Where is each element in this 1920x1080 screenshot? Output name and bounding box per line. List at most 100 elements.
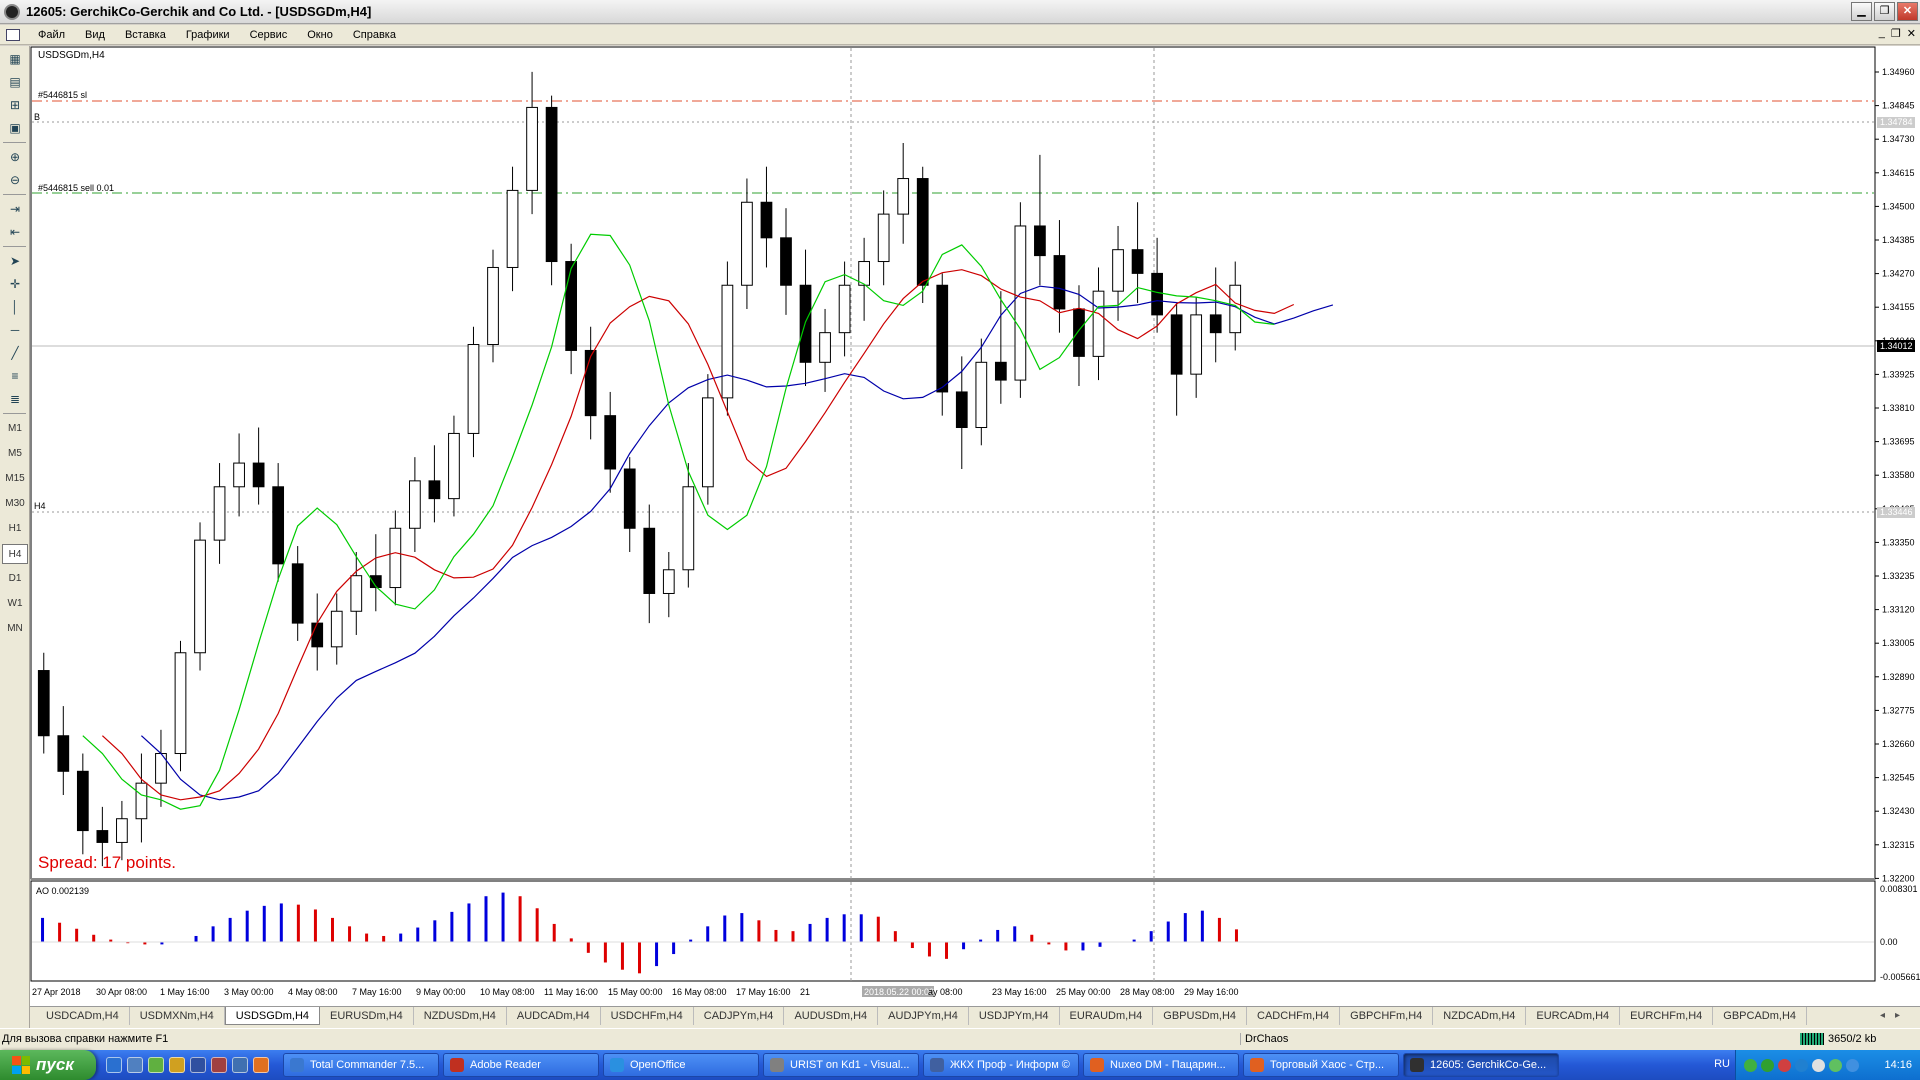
time-tick-label: 4 May 08:00 xyxy=(288,987,338,997)
tab-usdcadm[interactable]: USDCADm,H4 xyxy=(36,1007,130,1025)
timeframe-mn[interactable]: MN xyxy=(2,619,28,639)
tray-volume-icon[interactable] xyxy=(1812,1058,1825,1072)
tab-gbpchfm[interactable]: GBPCHFm,H4 xyxy=(1340,1007,1434,1025)
tray-antivirus-icon[interactable] xyxy=(1761,1058,1774,1072)
tab-usdchfm[interactable]: USDCHFm,H4 xyxy=(601,1007,694,1025)
document-icon[interactable] xyxy=(6,28,20,41)
timeframe-w1[interactable]: W1 xyxy=(2,594,28,614)
tab-cadjpym[interactable]: CADJPYm,H4 xyxy=(694,1007,785,1025)
trendline-icon[interactable]: ╱ xyxy=(4,343,26,363)
chart-shift-icon[interactable]: ⇤ xyxy=(4,222,26,242)
mdi-close-button[interactable]: ✕ xyxy=(1907,27,1916,40)
fibonacci-icon[interactable]: ≣ xyxy=(4,389,26,409)
candle-body xyxy=(135,782,148,820)
tab-usdjpym[interactable]: USDJPYm,H4 xyxy=(969,1007,1060,1025)
tab-eurusdm[interactable]: EURUSDm,H4 xyxy=(320,1007,414,1025)
tab-usdmxnm[interactable]: USDMXNm,H4 xyxy=(130,1007,225,1025)
status-profile: DrChaos xyxy=(1240,1033,1288,1045)
cursor-icon[interactable]: ➤ xyxy=(4,251,26,271)
candle-body xyxy=(311,622,324,648)
candle-body xyxy=(1014,225,1027,381)
candle-body xyxy=(721,284,734,399)
time-scale[interactable]: 27 Apr 2018 30 Apr 08:00 1 May 16:00 3 May … xyxy=(32,986,1239,997)
settings-icon[interactable] xyxy=(148,1057,164,1073)
task-openoffice[interactable]: OpenOffice xyxy=(603,1053,759,1077)
menu-window[interactable]: Окно xyxy=(297,29,343,41)
task-trading-chaos[interactable]: Торговый Хаос - Стр... xyxy=(1243,1053,1399,1077)
chart-window[interactable]: USDSGDm,H4 #5446815 sl B #5446815 sell 0… xyxy=(30,46,1920,1006)
restore-button[interactable]: ❐ xyxy=(1874,2,1895,21)
timeframe-m5[interactable]: M5 xyxy=(2,444,28,464)
zoom-out-icon[interactable]: ⊖ xyxy=(4,170,26,190)
tray-display-icon[interactable] xyxy=(1846,1058,1859,1072)
menu-view[interactable]: Вид xyxy=(75,29,115,41)
menu-tools[interactable]: Сервис xyxy=(240,29,298,41)
left-toolbar: ▦ ▤ ⊞ ▣ ⊕ ⊖ ⇥ ⇤ ➤ ✛ │ ─ ╱ ≡ ≣ M1 M5 M15 … xyxy=(0,46,30,1028)
profiles-icon[interactable]: ▤ xyxy=(4,72,26,92)
task-zhkh[interactable]: ЖКХ Проф - Информ © xyxy=(923,1053,1079,1077)
media-icon[interactable] xyxy=(211,1057,227,1073)
tray-update-icon[interactable] xyxy=(1778,1058,1791,1072)
tab-euraudm[interactable]: EURAUDm,H4 xyxy=(1060,1007,1154,1025)
time-tick-label: 2018.05.22 00:00 xyxy=(864,987,934,997)
start-button[interactable]: пуск xyxy=(0,1050,96,1080)
task-nuxeo[interactable]: Nuxeo DM - Пацарин... xyxy=(1083,1053,1239,1077)
tab-gbpusdm[interactable]: GBPUSDm,H4 xyxy=(1153,1007,1248,1025)
timeframe-d1[interactable]: D1 xyxy=(2,569,28,589)
vertical-line-icon[interactable]: │ xyxy=(4,297,26,317)
time-tick-label: 23 May 16:00 xyxy=(992,987,1047,997)
folder-icon[interactable] xyxy=(169,1057,185,1073)
explorer-icon[interactable] xyxy=(127,1057,143,1073)
menu-file[interactable]: Файл xyxy=(28,29,75,41)
tray-network-icon[interactable] xyxy=(1744,1058,1757,1072)
app-icon[interactable] xyxy=(4,3,20,20)
tab-eurchfm[interactable]: EURCHFm,H4 xyxy=(1620,1007,1714,1025)
timeframe-m15[interactable]: M15 xyxy=(2,469,28,489)
network-icon[interactable] xyxy=(232,1057,248,1073)
tab-gbpcadm[interactable]: GBPCADm,H4 xyxy=(1713,1007,1808,1025)
firefox-icon[interactable] xyxy=(253,1057,269,1073)
tabs-scroll-arrows[interactable]: ◂▸ xyxy=(1880,1010,1910,1021)
tab-usdsgdm[interactable]: USDSGDm,H4 xyxy=(224,1007,321,1025)
zoom-in-icon[interactable]: ⊕ xyxy=(4,147,26,167)
menu-charts[interactable]: Графики xyxy=(176,29,240,41)
navigator-icon[interactable]: ▣ xyxy=(4,118,26,138)
tab-nzdusdm[interactable]: NZDUSDm,H4 xyxy=(414,1007,507,1025)
crosshair-icon[interactable]: ✛ xyxy=(4,274,26,294)
price-chart[interactable]: USDSGDm,H4 #5446815 sl B #5446815 sell 0… xyxy=(30,46,1920,1006)
task-total-commander[interactable]: Total Commander 7.5... xyxy=(283,1053,439,1077)
tab-nzdcadm[interactable]: NZDCADm,H4 xyxy=(1433,1007,1527,1025)
menu-insert[interactable]: Вставка xyxy=(115,29,176,41)
task-metatrader[interactable]: 12605: GerchikCo-Ge... xyxy=(1403,1053,1559,1077)
channel-icon[interactable]: ≡ xyxy=(4,366,26,386)
tab-cadchfm[interactable]: CADCHFm,H4 xyxy=(1247,1007,1341,1025)
price-scale[interactable]: 1.34960 1.34845 1.34730 1.34615 1.34500 1.343… xyxy=(1875,67,1915,883)
timeframe-m30[interactable]: M30 xyxy=(2,494,28,514)
task-adobe-reader[interactable]: Adobe Reader xyxy=(443,1053,599,1077)
tab-audjpym[interactable]: AUDJPYm,H4 xyxy=(878,1007,969,1025)
tab-audcadm[interactable]: AUDCADm,H4 xyxy=(507,1007,601,1025)
new-chart-icon[interactable]: ▦ xyxy=(4,49,26,69)
tray-security-icon[interactable] xyxy=(1829,1058,1842,1072)
close-button[interactable]: ✕ xyxy=(1897,2,1918,21)
timeframe-h4[interactable]: H4 xyxy=(2,544,28,564)
horizontal-line-icon[interactable]: ─ xyxy=(4,320,26,340)
menu-help[interactable]: Справка xyxy=(343,29,406,41)
spread-label: Spread: 17 points. xyxy=(38,853,176,872)
timeframe-h1[interactable]: H1 xyxy=(2,519,28,539)
timeframe-m1[interactable]: M1 xyxy=(2,419,28,439)
market-watch-icon[interactable]: ⊞ xyxy=(4,95,26,115)
language-indicator[interactable]: RU xyxy=(1714,1058,1730,1070)
tab-audusdm[interactable]: AUDUSDm,H4 xyxy=(784,1007,879,1025)
time-tick-label: 16 May 08:00 xyxy=(672,987,727,997)
ie-icon[interactable] xyxy=(106,1057,122,1073)
tab-eurcadm[interactable]: EURCADm,H4 xyxy=(1526,1007,1621,1025)
save-icon[interactable] xyxy=(190,1057,206,1073)
minimize-button[interactable]: ▁ xyxy=(1851,2,1872,21)
auto-scroll-icon[interactable]: ⇥ xyxy=(4,199,26,219)
mdi-minimize-button[interactable]: _ xyxy=(1879,27,1885,40)
mdi-restore-button[interactable]: ❐ xyxy=(1891,27,1901,40)
task-urist[interactable]: URIST on Kd1 - Visual... xyxy=(763,1053,919,1077)
candle-body xyxy=(467,344,480,434)
tray-skype-icon[interactable] xyxy=(1795,1058,1808,1072)
